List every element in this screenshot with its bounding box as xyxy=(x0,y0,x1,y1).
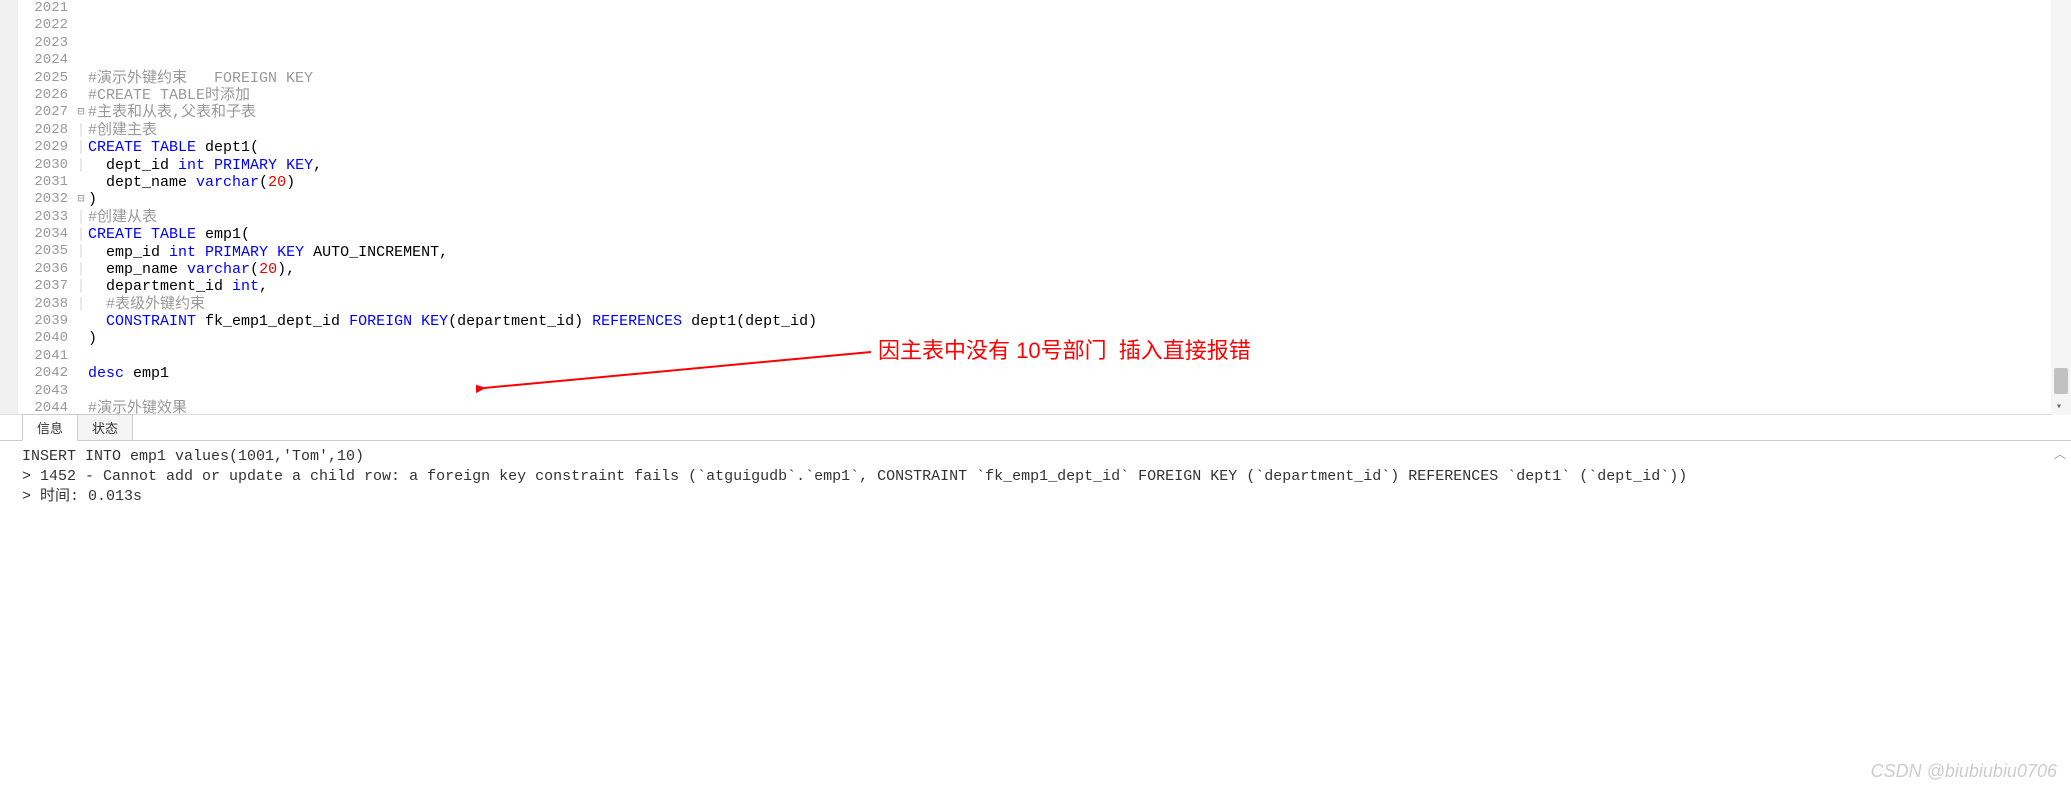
code-line[interactable]: CONSTRAINT fk_emp1_dept_id FOREIGN KEY(d… xyxy=(88,313,2071,330)
code-line[interactable] xyxy=(88,348,2071,365)
editor-left-margin xyxy=(0,0,18,414)
code-line[interactable] xyxy=(88,52,2071,69)
code-line[interactable]: department_id int, xyxy=(88,278,2071,295)
output-tabs: 信息 状态 xyxy=(0,415,2071,441)
fold-marker: │ xyxy=(74,157,88,174)
code-line[interactable]: ) xyxy=(88,191,2071,208)
line-number: 2023 xyxy=(18,35,68,52)
fold-marker: │ xyxy=(74,139,88,156)
fold-marker xyxy=(74,70,88,87)
fold-marker: │ xyxy=(74,243,88,260)
code-line[interactable]: #主表和从表,父表和子表 xyxy=(88,104,2071,121)
code-area[interactable]: #演示外键约束 FOREIGN KEY#CREATE TABLE时添加#主表和从… xyxy=(88,0,2071,414)
line-number: 2035 xyxy=(18,243,68,260)
fold-marker xyxy=(74,330,88,347)
fold-marker: │ xyxy=(74,278,88,295)
code-line[interactable]: emp_id int PRIMARY KEY AUTO_INCREMENT, xyxy=(88,244,2071,261)
message-line: INSERT INTO emp1 values(1001,'Tom',10) xyxy=(22,448,364,465)
line-number: 2030 xyxy=(18,157,68,174)
code-line[interactable]: #演示外键效果 xyxy=(88,400,2071,414)
fold-marker xyxy=(74,87,88,104)
scroll-down-icon[interactable]: ▾ xyxy=(2056,401,2062,413)
fold-marker xyxy=(74,383,88,400)
fold-marker[interactable]: ⊟ xyxy=(74,104,88,121)
fold-marker: │ xyxy=(74,209,88,226)
code-line[interactable]: dept_name varchar(20) xyxy=(88,174,2071,191)
fold-marker xyxy=(74,52,88,69)
code-line[interactable]: #演示外键约束 FOREIGN KEY xyxy=(88,70,2071,87)
code-line[interactable]: dept_id int PRIMARY KEY, xyxy=(88,157,2071,174)
message-line: > 1452 - Cannot add or update a child ro… xyxy=(22,468,1687,485)
line-number: 2029 xyxy=(18,139,68,156)
code-line[interactable]: emp_name varchar(20), xyxy=(88,261,2071,278)
tab-info[interactable]: 信息 xyxy=(22,414,78,441)
line-number: 2025 xyxy=(18,70,68,87)
line-number: 2039 xyxy=(18,313,68,330)
code-line[interactable]: #CREATE TABLE时添加 xyxy=(88,87,2071,104)
fold-marker[interactable]: ⊟ xyxy=(74,191,88,208)
watermark: CSDN @biubiubiu0706 xyxy=(1871,761,2057,782)
fold-marker xyxy=(74,348,88,365)
fold-marker: │ xyxy=(74,296,88,313)
line-number: 2026 xyxy=(18,87,68,104)
messages-area[interactable]: INSERT INTO emp1 values(1001,'Tom',10) >… xyxy=(0,441,2071,790)
code-line[interactable] xyxy=(88,383,2071,400)
code-line[interactable]: CREATE TABLE emp1( xyxy=(88,226,2071,243)
line-number: 2022 xyxy=(18,17,68,34)
line-number: 2043 xyxy=(18,383,68,400)
code-line[interactable] xyxy=(88,35,2071,52)
line-number: 2027 xyxy=(18,104,68,121)
line-number: 2037 xyxy=(18,278,68,295)
line-number: 2033 xyxy=(18,209,68,226)
line-number: 2034 xyxy=(18,226,68,243)
line-number: 2024 xyxy=(18,52,68,69)
line-number-gutter: 2021202220232024202520262027202820292030… xyxy=(18,0,74,414)
fold-marker: │ xyxy=(74,122,88,139)
code-line[interactable]: #创建主表 xyxy=(88,122,2071,139)
line-number: 2038 xyxy=(18,296,68,313)
code-editor[interactable]: 2021202220232024202520262027202820292030… xyxy=(0,0,2071,415)
fold-marker xyxy=(74,174,88,191)
code-line[interactable]: #创建从表 xyxy=(88,209,2071,226)
code-line[interactable]: desc emp1 xyxy=(88,365,2071,382)
code-line[interactable]: ) xyxy=(88,330,2071,347)
fold-marker xyxy=(74,35,88,52)
fold-marker xyxy=(74,365,88,382)
scrollbar-thumb[interactable] xyxy=(2054,368,2068,394)
fold-marker: │ xyxy=(74,226,88,243)
fold-column[interactable]: ⊟│││⊟││││││ xyxy=(74,0,88,414)
tab-status[interactable]: 状态 xyxy=(77,414,133,441)
line-number: 2028 xyxy=(18,122,68,139)
messages-scroll-up-icon[interactable]: ︿ xyxy=(2051,445,2069,462)
code-line[interactable]: #表级外键约束 xyxy=(88,296,2071,313)
line-number: 2021 xyxy=(18,0,68,17)
line-number: 2031 xyxy=(18,174,68,191)
fold-marker xyxy=(74,313,88,330)
fold-marker xyxy=(74,0,88,17)
line-number: 2041 xyxy=(18,348,68,365)
line-number: 2032 xyxy=(18,191,68,208)
message-line: > 时间: 0.013s xyxy=(22,488,142,505)
line-number: 2042 xyxy=(18,365,68,382)
code-line[interactable]: CREATE TABLE dept1( xyxy=(88,139,2071,156)
fold-marker xyxy=(74,17,88,34)
fold-marker: │ xyxy=(74,261,88,278)
output-panel: 信息 状态 INSERT INTO emp1 values(1001,'Tom'… xyxy=(0,415,2071,790)
line-number: 2040 xyxy=(18,330,68,347)
line-number: 2036 xyxy=(18,261,68,278)
editor-scrollbar[interactable]: ▾ xyxy=(2051,0,2071,415)
